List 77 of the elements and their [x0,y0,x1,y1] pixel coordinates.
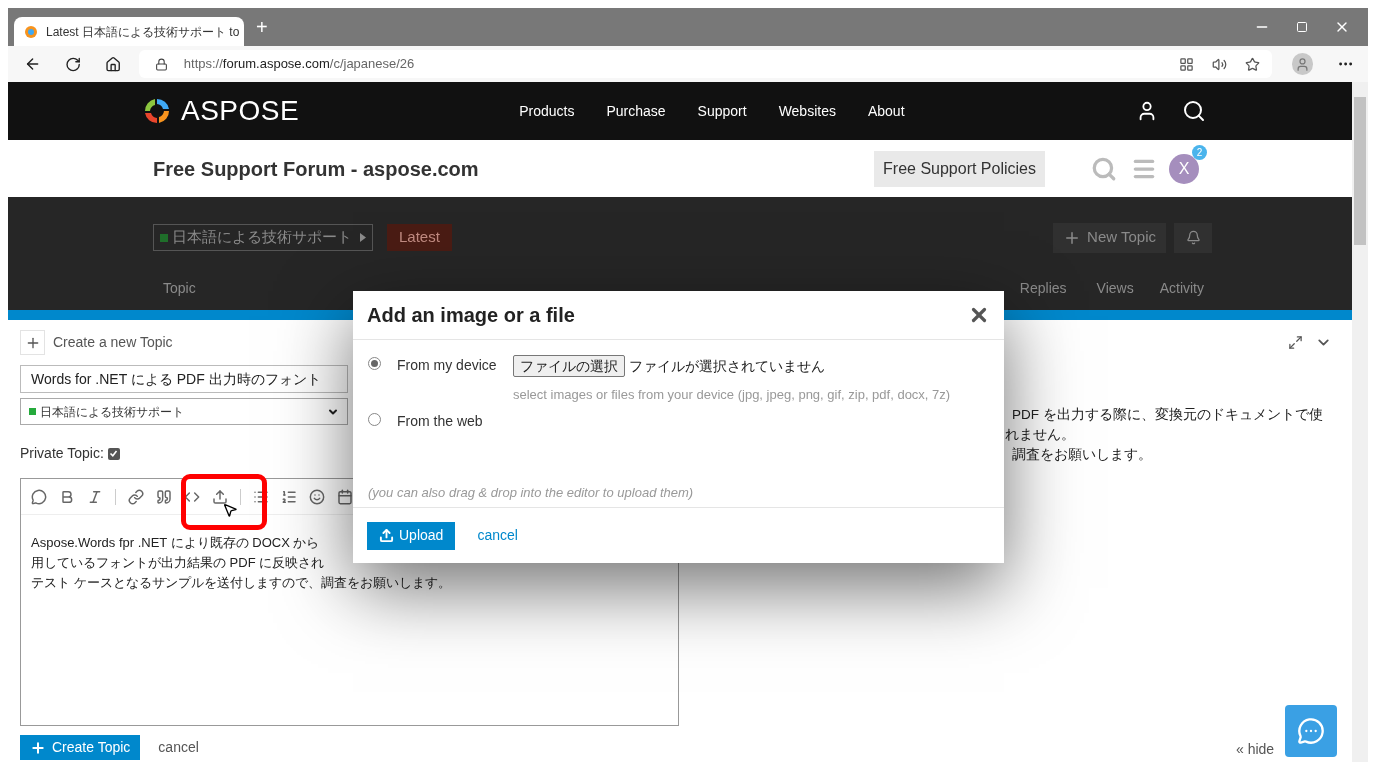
nav-link[interactable]: Purchase [606,100,666,122]
editor-text: テスト ケースとなるサンプルを送付しますので、調査をお願いします。 [31,574,451,592]
nav-link[interactable]: Products [519,100,575,122]
editor-text: 用しているフォントが出力結果の PDF に反映され [31,554,325,572]
caret-icon [360,233,366,242]
maximize-icon[interactable] [1296,21,1308,33]
reload-icon[interactable] [65,55,82,73]
expand-icon[interactable] [1288,335,1303,350]
radio-label: From the web [397,411,484,431]
preview-text: 調査をお願いします。 [1012,446,1152,464]
home-icon[interactable] [104,55,121,73]
numbered-list-icon[interactable] [281,488,297,505]
category-breadcrumb[interactable]: 日本語による技術サポート [153,224,373,251]
notification-badge: 2 [1192,144,1207,160]
editor-text: Aspose.Words fpr .NET により既存の DOCX から [31,534,320,552]
profile-icon[interactable] [1291,53,1313,75]
tab-title: Latest 日本語による技術サポート to [46,23,240,41]
chat-icon [1297,717,1325,745]
hide-preview-link[interactable]: « hide [1236,739,1275,760]
url-field[interactable]: https://forum.aspose.com/c/japanese/26 [138,50,1272,78]
dialog-title: Add an image or a file [367,303,575,328]
browser-tab[interactable]: Latest 日本語による技術サポート to [14,17,244,46]
create-topic-button[interactable]: Create Topic [20,735,141,760]
plus-icon [30,739,46,756]
private-topic-label: Private Topic: [20,444,104,463]
upload-icon[interactable] [212,488,228,505]
star-icon[interactable] [1244,56,1260,72]
radio-label: From my device [397,356,498,375]
radio-button[interactable] [368,412,381,426]
forum-title[interactable]: Free Support Forum - aspose.com [153,153,479,184]
speaker-icon[interactable] [1211,56,1227,72]
cancel-link[interactable]: cancel [158,737,199,758]
column-header: Views [1096,279,1134,298]
apps-icon[interactable] [1178,56,1194,72]
add-button[interactable] [20,330,45,355]
calendar-icon[interactable] [337,488,353,505]
cancel-link[interactable]: cancel [477,525,518,546]
category-value: 日本語による技術サポート [40,403,184,421]
nav-link[interactable]: Websites [778,100,836,122]
lock-icon [154,57,168,71]
bold-icon[interactable] [59,488,75,505]
speech-bubble-icon[interactable] [31,488,47,505]
radio-button[interactable] [368,357,381,370]
quote-icon[interactable] [156,488,172,505]
title-input[interactable]: Words for .NET による PDF 出力時のフォント [20,365,348,393]
latest-tab[interactable]: Latest [387,224,452,251]
emoji-icon[interactable] [309,488,325,505]
nav-link[interactable]: Support [697,100,747,122]
composer-action: Create a new Topic [53,333,173,352]
private-topic-checkbox[interactable] [107,447,120,460]
preview-text: PDF を出力する際に、変換元のドキュメントで使 [1012,406,1323,424]
scrollbar[interactable] [1352,82,1368,762]
bell-icon [1185,230,1201,245]
new-topic-button[interactable]: New Topic [1053,222,1166,253]
logo-text[interactable]: ASPOSE [181,90,300,132]
chat-button[interactable] [1285,705,1337,757]
italic-icon[interactable] [87,488,103,505]
upload-icon [379,528,394,543]
upload-button[interactable]: Upload [367,521,456,550]
bell-button[interactable] [1174,222,1212,253]
choose-file-button[interactable]: ファイルの選択 [513,355,625,377]
column-header: Topic [163,279,196,298]
preview-text: れません。 [1005,426,1075,444]
column-header: Activity [1159,279,1204,298]
search-icon[interactable] [1182,99,1206,123]
file-hint: select images or files from your device (jpg, jpeg, png, gif, zip, pdf, docx, 7z) [513,386,951,404]
favicon-icon [24,24,38,39]
new-tab-button[interactable]: + [256,12,268,42]
policies-button[interactable]: Free Support Policies [874,150,1045,187]
column-header: Replies [1019,279,1067,298]
link-icon[interactable] [128,488,144,505]
category-marker [29,408,36,415]
category-marker [160,233,168,242]
file-status: ファイルが選択されていません [629,356,825,376]
url-text: https://forum.aspose.com/c/japanese/26 [183,55,415,74]
category-select[interactable]: 日本語による技術サポート [20,398,348,425]
nav-link[interactable]: About [867,100,905,122]
